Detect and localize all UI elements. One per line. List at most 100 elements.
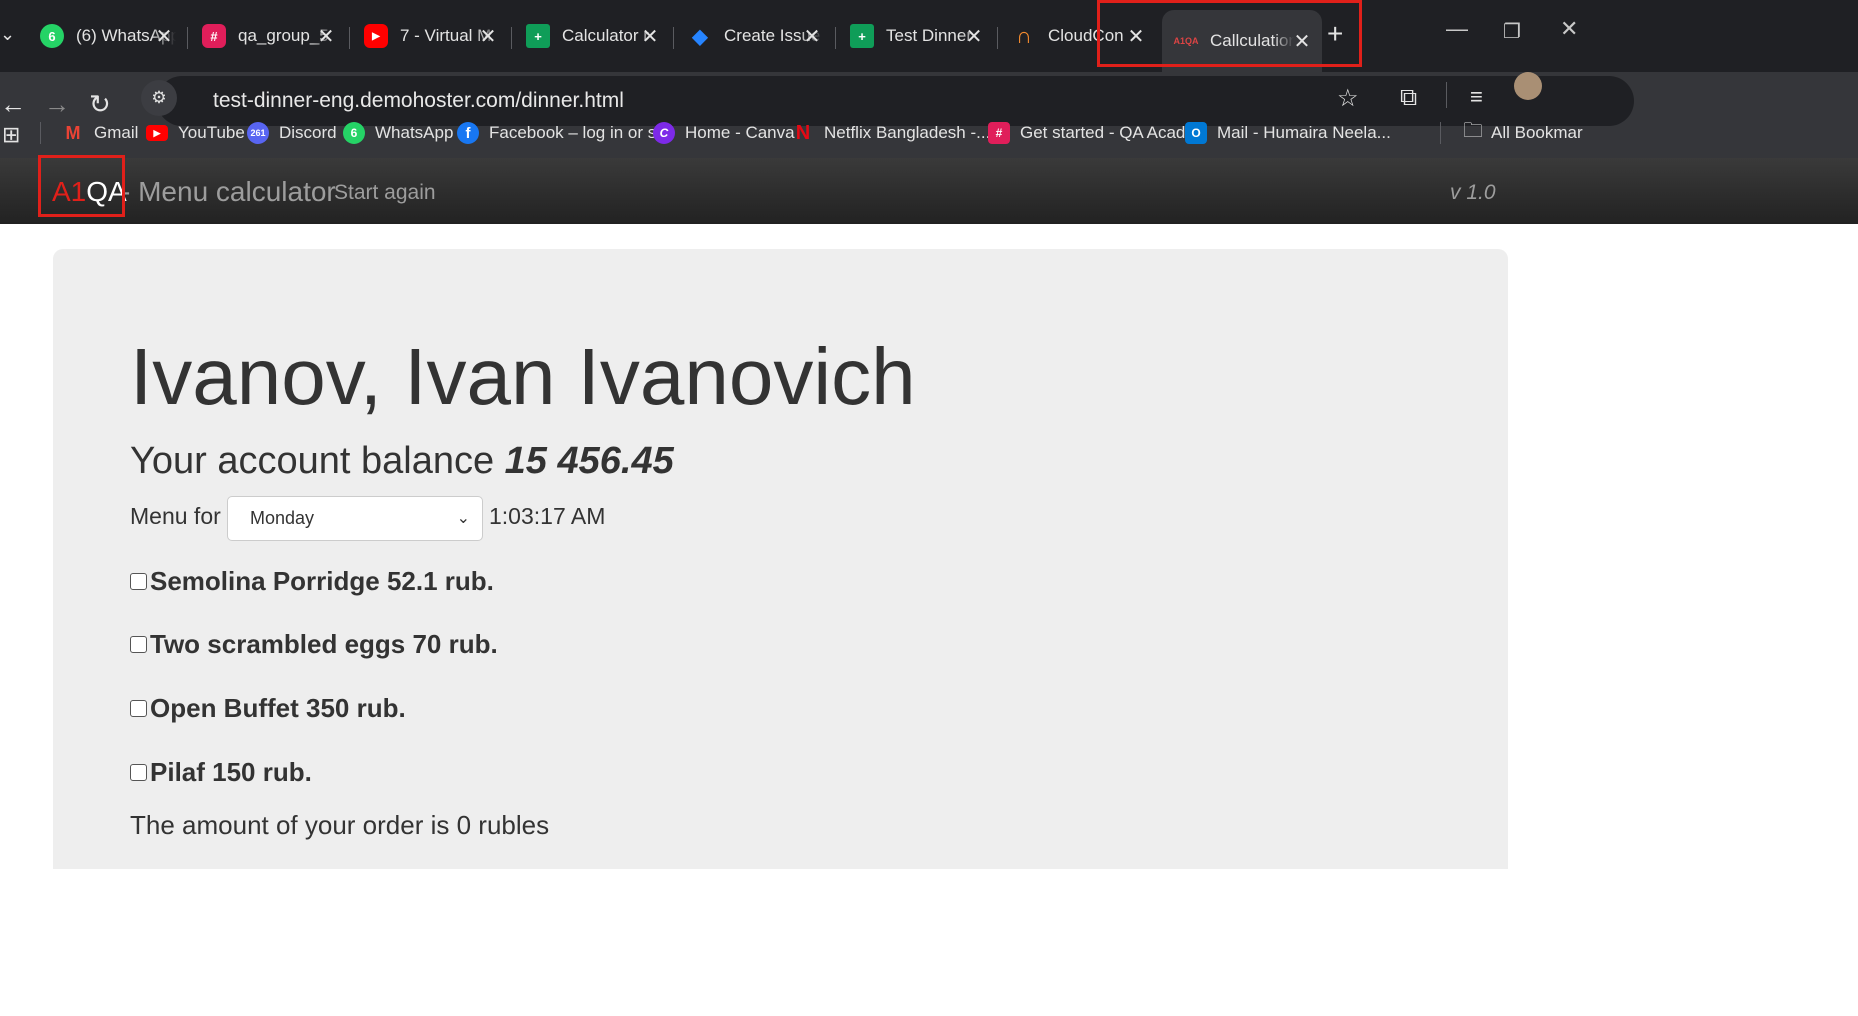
bookmark-label: Mail - Humaira Neela...: [1217, 123, 1391, 142]
bookmark-label: Gmail: [94, 123, 139, 142]
menu-item-checkbox[interactable]: [130, 764, 147, 781]
bookmark-facebook[interactable]: f Facebook – log in or s...: [457, 121, 670, 145]
reload-icon[interactable]: ↻: [89, 89, 111, 120]
bookmark-gmail[interactable]: M Gmail: [62, 121, 139, 145]
current-time: 1:03:17 AM: [489, 503, 606, 529]
canva-icon: C: [653, 122, 675, 144]
slack-icon: #: [988, 122, 1010, 144]
tab-separator: [187, 27, 188, 49]
menu-item-label: Pilaf 150 rub.: [150, 757, 312, 787]
restore-icon[interactable]: ❐: [1503, 19, 1521, 44]
menu-item-label: Semolina Porridge 52.1 rub.: [150, 566, 494, 596]
facebook-icon: f: [457, 122, 479, 144]
bookmark-label: Facebook – log in or s...: [489, 123, 671, 142]
whatsapp-icon: 6: [40, 24, 64, 48]
tab-search-chevron-icon[interactable]: ⌄: [0, 24, 15, 45]
tab-separator: [997, 27, 998, 49]
menu-item[interactable]: Pilaf 150 rub.: [130, 757, 312, 788]
highlight-box-logo: [38, 155, 125, 217]
window-close-icon[interactable]: ✕: [1560, 16, 1578, 42]
menu-item-label: Open Buffet 350 rub.: [150, 693, 406, 723]
bookmark-youtube[interactable]: ▶ YouTube: [146, 121, 245, 145]
all-bookmarks[interactable]: 🗀 All Bookmar: [1463, 120, 1583, 145]
sheets-icon: +: [526, 24, 550, 48]
balance-value: 15 456.45: [504, 440, 674, 482]
extensions-puzzle-icon[interactable]: ⧉: [1400, 84, 1417, 112]
close-icon[interactable]: ✕: [476, 24, 500, 49]
start-again-link[interactable]: Start again: [334, 181, 436, 205]
slack-icon: #: [202, 24, 226, 48]
media-control-icon[interactable]: ≡: [1470, 84, 1483, 110]
folder-icon: 🗀: [1463, 120, 1483, 142]
menu-item[interactable]: Two scrambled eggs 70 rub.: [130, 629, 498, 660]
bookmark-label: YouTube: [178, 123, 245, 142]
tab-separator: [349, 27, 350, 49]
bookmark-netflix[interactable]: N Netflix Bangladesh -...: [792, 121, 991, 145]
bookmark-qa-academy[interactable]: # Get started - QA Acad...: [988, 121, 1200, 145]
close-icon[interactable]: ✕: [962, 24, 986, 49]
close-icon[interactable]: ✕: [800, 24, 824, 49]
discord-icon: 261: [247, 122, 269, 144]
browser-tab-strip: ⌄ 6 (6) WhatsApp ✕ # qa_group_5 ✕ ▶ 7 - …: [0, 0, 1858, 72]
bookmark-label: Get started - QA Acad...: [1020, 123, 1200, 142]
menu-item-label: Two scrambled eggs 70 rub.: [150, 629, 498, 659]
close-icon[interactable]: ✕: [314, 24, 338, 49]
cloudcon-icon: ∩: [1016, 23, 1032, 48]
balance-label: Your account balance: [130, 440, 495, 482]
toolbar-separator: [1446, 82, 1447, 108]
tab-separator: [835, 27, 836, 49]
bookmarks-separator: [1440, 122, 1441, 144]
close-icon[interactable]: ✕: [638, 24, 662, 49]
menu-item[interactable]: Semolina Porridge 52.1 rub.: [130, 566, 494, 597]
day-select[interactable]: Monday ⌄: [227, 496, 483, 541]
menu-item[interactable]: Open Buffet 350 rub.: [130, 693, 406, 724]
bookmark-label: Home - Canva: [685, 123, 795, 142]
bookmark-mail[interactable]: O Mail - Humaira Neela...: [1185, 121, 1391, 145]
menu-item-checkbox[interactable]: [130, 636, 147, 653]
order-total: The amount of your order is 0 rubles: [130, 810, 550, 840]
whatsapp-icon: 6: [343, 122, 365, 144]
bookmark-discord[interactable]: 261 Discord: [247, 121, 337, 145]
url-text[interactable]: test-dinner-eng.demohoster.com/dinner.ht…: [213, 89, 624, 113]
menu-item-checkbox[interactable]: [130, 573, 147, 590]
bookmark-canva[interactable]: C Home - Canva: [653, 121, 795, 145]
bookmarks-separator: [40, 122, 41, 144]
youtube-icon: ▶: [364, 24, 388, 48]
gmail-icon: M: [65, 122, 81, 143]
tab-create-issue[interactable]: ◆ Create Issue ✕: [688, 10, 824, 62]
chevron-down-icon: ⌄: [456, 510, 470, 527]
tab-calculator-sheet[interactable]: + Calculator r ✕: [526, 10, 662, 62]
apps-grid-icon[interactable]: ⊞: [2, 122, 20, 148]
bookmark-whatsapp[interactable]: 6 WhatsApp: [343, 121, 453, 145]
minimize-icon[interactable]: —: [1446, 16, 1468, 42]
version-label: v 1.0: [1450, 181, 1496, 204]
tab-separator: [673, 27, 674, 49]
tab-slack[interactable]: # qa_group_5 ✕: [202, 10, 338, 62]
tab-whatsapp[interactable]: 6 (6) WhatsApp ✕: [40, 10, 176, 62]
sheets-icon: +: [850, 24, 874, 48]
netflix-icon: N: [795, 121, 811, 144]
forward-arrow-icon[interactable]: →: [44, 89, 70, 120]
outlook-icon: O: [1185, 122, 1207, 144]
customer-name: Ivanov, Ivan Ivanovich: [130, 332, 916, 421]
menu-for-label: Menu for: [130, 503, 221, 529]
bookmark-label: WhatsApp: [375, 123, 454, 142]
jira-icon: ◆: [692, 25, 708, 48]
youtube-icon: ▶: [146, 125, 168, 141]
highlight-box-tab: [1097, 0, 1362, 67]
tab-test-dinner[interactable]: + Test Dinner ✕: [850, 10, 986, 62]
day-select-value: Monday: [250, 508, 315, 528]
bookmark-label: All Bookmar: [1491, 123, 1583, 142]
back-arrow-icon[interactable]: ←: [0, 89, 26, 120]
close-icon[interactable]: ✕: [152, 24, 176, 49]
bookmark-label: Netflix Bangladesh -...: [824, 123, 991, 142]
app-title: - Menu calculator: [121, 176, 336, 207]
bookmark-star-icon[interactable]: ☆: [1337, 84, 1359, 113]
account-balance: Your account balance 15 456.45: [130, 440, 674, 483]
site-info-icon[interactable]: ⚙: [141, 80, 177, 116]
bookmark-label: Discord: [279, 123, 337, 142]
menu-item-checkbox[interactable]: [130, 700, 147, 717]
tab-separator: [511, 27, 512, 49]
profile-avatar[interactable]: [1514, 72, 1542, 100]
tab-youtube[interactable]: ▶ 7 - Virtual M ✕: [364, 10, 500, 62]
